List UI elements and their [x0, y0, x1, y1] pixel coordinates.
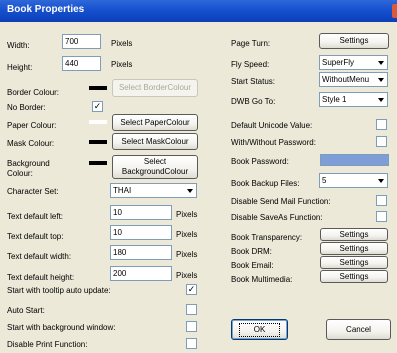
text-top-label: Text default top:	[7, 232, 64, 241]
window-title: Book Properties	[7, 4, 85, 15]
transparency-settings-button[interactable]: Settings	[320, 228, 388, 241]
background-colour-label: Background Colour:	[7, 159, 50, 178]
text-left-unit: Pixels	[176, 210, 198, 219]
chevron-down-icon[interactable]	[375, 57, 386, 68]
disable-print-checkbox[interactable]	[186, 338, 197, 349]
title-bar[interactable]: Book Properties	[0, 0, 397, 22]
auto-start-label: Auto Start:	[7, 306, 45, 315]
select-background-colour-button[interactable]: Select BackgroundColour	[112, 155, 198, 179]
select-border-colour-button[interactable]: Select BorderColour	[112, 79, 198, 97]
page-turn-settings-button[interactable]: Settings	[319, 33, 389, 49]
chevron-down-icon[interactable]	[184, 185, 195, 196]
backup-files-label: Book Backup Files:	[231, 179, 300, 188]
book-properties-window: Book Properties Width: 700 Pixels Height…	[0, 0, 397, 353]
text-width-input[interactable]: 180	[110, 245, 172, 260]
dwb-goto-label: DWB Go To:	[231, 97, 276, 106]
text-height-input[interactable]: 200	[110, 266, 172, 281]
text-height-unit: Pixels	[176, 271, 198, 280]
select-paper-colour-button[interactable]: Select PaperColour	[112, 114, 198, 131]
border-colour-swatch	[89, 86, 107, 90]
disable-saveas-label: Disable SaveAs Function:	[231, 213, 323, 222]
default-unicode-label: Default Unicode Value:	[231, 121, 313, 130]
disable-print-label: Disable Print Function:	[7, 340, 88, 349]
dialog-body: Width: 700 Pixels Height: 440 Pixels Bor…	[0, 22, 397, 353]
start-status-value: WithoutMenu	[322, 75, 370, 84]
tooltip-auto-update-label: Start with tooltip auto update:	[7, 286, 111, 295]
drm-label: Book DRM:	[231, 247, 272, 256]
mask-colour-swatch	[89, 140, 107, 144]
page-turn-label: Page Turn:	[231, 39, 271, 48]
backup-files-value: 5	[322, 176, 327, 185]
paper-colour-swatch	[89, 120, 107, 124]
chevron-down-icon[interactable]	[375, 74, 386, 85]
tooltip-auto-update-checkbox[interactable]: ✓	[186, 284, 197, 295]
height-unit: Pixels	[111, 60, 133, 69]
dwb-goto-select[interactable]: Style 1	[319, 92, 388, 107]
fly-speed-select[interactable]: SuperFly	[319, 55, 388, 70]
chevron-down-icon[interactable]	[375, 94, 386, 105]
fly-speed-label: Fly Speed:	[231, 60, 270, 69]
auto-start-checkbox[interactable]	[186, 304, 197, 315]
no-border-checkbox[interactable]: ✓	[92, 101, 103, 112]
disable-saveas-checkbox[interactable]	[376, 211, 387, 222]
text-height-label: Text default height:	[7, 273, 75, 282]
fly-speed-value: SuperFly	[322, 58, 355, 67]
default-unicode-checkbox[interactable]	[376, 119, 387, 130]
transparency-label: Book Transparency:	[231, 233, 303, 242]
select-mask-colour-button[interactable]: Select MaskColour	[112, 133, 198, 150]
height-input[interactable]: 440	[62, 56, 101, 71]
close-icon[interactable]	[392, 4, 397, 18]
with-password-checkbox[interactable]	[376, 136, 387, 147]
start-status-select[interactable]: WithoutMenu	[319, 72, 388, 87]
charset-value: THAI	[113, 186, 132, 195]
book-password-field[interactable]	[320, 154, 389, 166]
multimedia-label: Book Multimedia:	[231, 275, 293, 284]
text-top-input[interactable]: 10	[110, 225, 172, 240]
text-width-label: Text default width:	[7, 252, 72, 261]
email-settings-button[interactable]: Settings	[320, 256, 388, 269]
charset-select[interactable]: THAI	[110, 183, 197, 198]
ok-button-label: OK	[238, 322, 281, 337]
mask-colour-label: Mask Colour:	[7, 139, 55, 148]
with-password-label: With/Without Password:	[231, 138, 316, 147]
disable-mail-label: Disable Send Mail Function:	[231, 197, 331, 206]
background-colour-swatch	[89, 161, 107, 165]
paper-colour-label: Paper Colour:	[7, 121, 57, 130]
book-password-label: Book Password:	[231, 157, 289, 166]
no-border-label: No Border:	[7, 103, 46, 112]
email-label: Book Email:	[231, 261, 274, 270]
chevron-down-icon[interactable]	[375, 175, 386, 186]
disable-mail-checkbox[interactable]	[376, 195, 387, 206]
start-status-label: Start Status:	[231, 77, 276, 86]
ok-button[interactable]: OK	[231, 319, 288, 340]
text-left-label: Text default left:	[7, 212, 64, 221]
charset-label: Character Set:	[7, 187, 59, 196]
dwb-goto-value: Style 1	[322, 95, 347, 104]
border-colour-label: Border Colour:	[7, 88, 60, 97]
height-label: Height:	[7, 63, 33, 72]
width-unit: Pixels	[111, 39, 133, 48]
background-window-label: Start with background window:	[7, 323, 116, 332]
cancel-button[interactable]: Cancel	[326, 319, 391, 340]
background-window-checkbox[interactable]	[186, 321, 197, 332]
drm-settings-button[interactable]: Settings	[320, 242, 388, 255]
text-left-input[interactable]: 10	[110, 205, 172, 220]
text-width-unit: Pixels	[176, 250, 198, 259]
multimedia-settings-button[interactable]: Settings	[320, 270, 388, 283]
width-label: Width:	[7, 41, 30, 50]
backup-files-select[interactable]: 5	[319, 173, 388, 188]
text-top-unit: Pixels	[176, 230, 198, 239]
width-input[interactable]: 700	[62, 34, 101, 49]
